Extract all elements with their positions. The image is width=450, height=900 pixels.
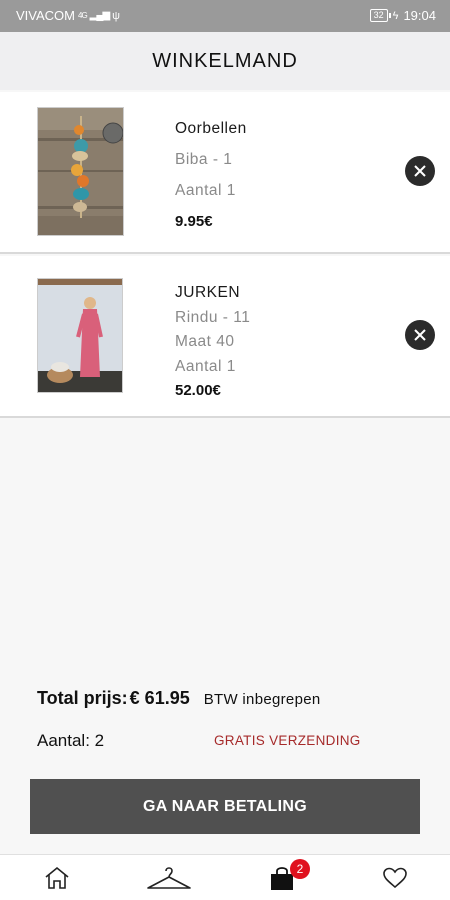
product-image-earrings[interactable] bbox=[37, 107, 124, 236]
item-quantity: Aantal 1 bbox=[175, 357, 236, 375]
item-size: Maat 40 bbox=[175, 333, 235, 350]
dress-photo bbox=[38, 279, 122, 392]
item-variant: Rindu - 11 bbox=[175, 308, 251, 326]
bottom-nav: 2 bbox=[0, 854, 450, 900]
free-shipping-label: GRATIS VERZENDING bbox=[214, 733, 361, 748]
item-info: JURKEN Rindu - 11 Maat 40 Aantal 1 52.00… bbox=[175, 284, 250, 407]
home-icon bbox=[45, 866, 69, 889]
page-title: WINKELMAND bbox=[152, 49, 298, 72]
cart-count-badge: 2 bbox=[290, 859, 310, 879]
nav-favorites[interactable] bbox=[380, 863, 410, 893]
remove-item-button[interactable] bbox=[405, 156, 435, 186]
nav-home[interactable] bbox=[42, 863, 72, 893]
order-summary: Total prijs: € 61.95 BTW inbegrepen Aant… bbox=[37, 688, 417, 750]
cart-item[interactable]: Oorbellen Biba - 1 Aantal 1 9.95€ bbox=[0, 92, 450, 254]
item-quantity: Aantal 1 bbox=[175, 182, 236, 199]
cart-item[interactable]: JURKEN Rindu - 11 Maat 40 Aantal 1 52.00… bbox=[0, 256, 450, 418]
status-bar: VIVACOM 4G ▂▄▆ ψ 32 ϟ 19:04 bbox=[0, 0, 450, 32]
clock: 19:04 bbox=[403, 8, 436, 23]
remove-item-button[interactable] bbox=[405, 320, 435, 350]
nav-shop[interactable] bbox=[145, 863, 193, 893]
status-left: VIVACOM 4G ▂▄▆ ψ bbox=[16, 8, 120, 23]
product-image-dress[interactable] bbox=[37, 278, 123, 393]
total-value: € 61.95 bbox=[129, 688, 190, 708]
charging-icon: ϟ bbox=[392, 9, 399, 22]
battery-icon: 32 bbox=[369, 9, 391, 22]
signal-icon: ▂▄▆ bbox=[89, 10, 110, 21]
carrier-name: VIVACOM bbox=[16, 8, 75, 23]
item-count: Aantal: 2 bbox=[37, 731, 105, 750]
network-type: 4G bbox=[78, 11, 88, 20]
total-label: Total prijs: bbox=[37, 688, 128, 708]
earrings-photo bbox=[38, 108, 123, 235]
item-price: 52.00€ bbox=[175, 382, 221, 399]
status-right: 32 ϟ 19:04 bbox=[369, 8, 436, 23]
item-name: JURKEN bbox=[175, 284, 241, 301]
heart-icon bbox=[383, 867, 407, 889]
checkout-button[interactable]: GA NAAR BETALING bbox=[30, 779, 420, 834]
close-icon bbox=[414, 329, 426, 341]
item-name: Oorbellen bbox=[175, 120, 247, 137]
usb-icon: ψ bbox=[112, 9, 120, 22]
item-price: 9.95€ bbox=[175, 213, 213, 230]
item-variant: Biba - 1 bbox=[175, 151, 233, 168]
app-header: WINKELMAND bbox=[0, 32, 450, 90]
vat-note: BTW inbegrepen bbox=[203, 691, 321, 708]
item-info: Oorbellen Biba - 1 Aantal 1 9.95€ bbox=[175, 120, 247, 244]
hanger-icon bbox=[147, 867, 191, 889]
close-icon bbox=[414, 165, 426, 177]
total-row: Total prijs: € 61.95 BTW inbegrepen bbox=[37, 688, 417, 709]
